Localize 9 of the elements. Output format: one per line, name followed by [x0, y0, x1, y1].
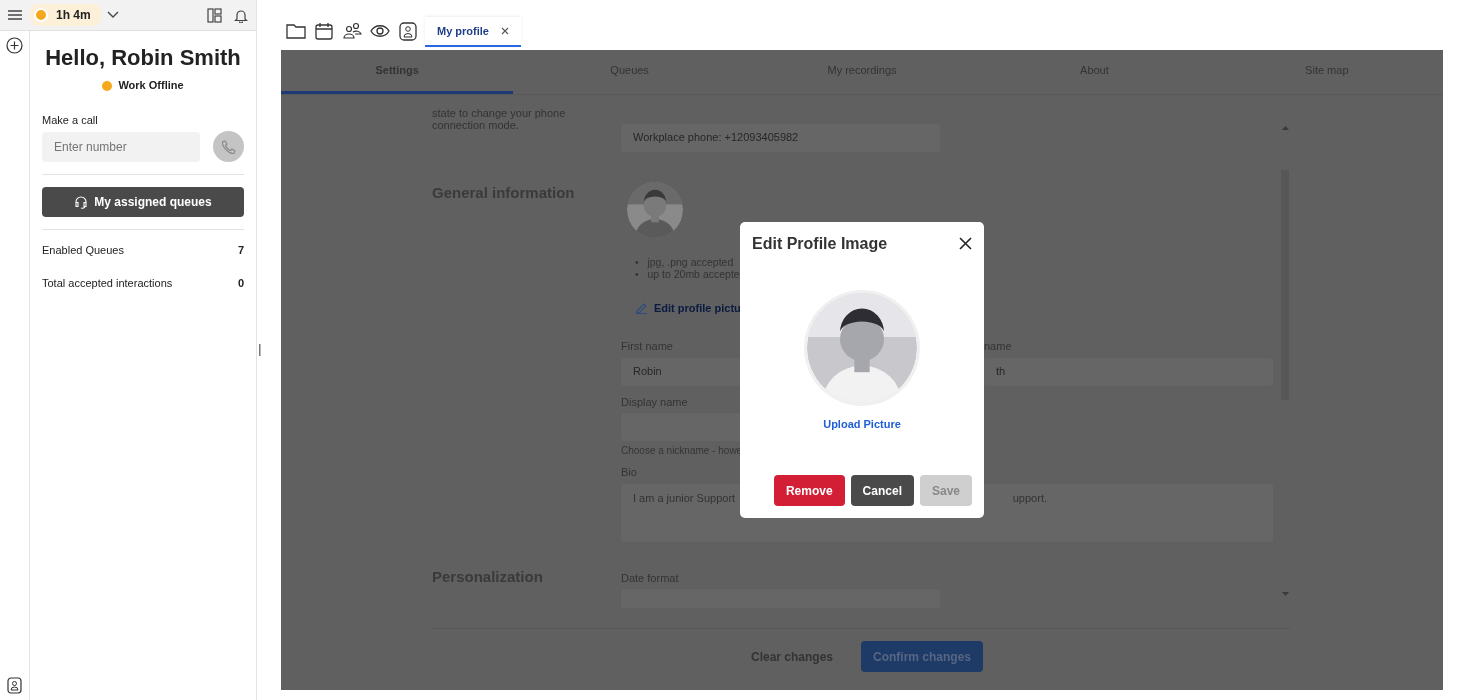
call-label: Make a call [42, 112, 99, 128]
stat-value: 7 [237, 243, 244, 259]
stat-value: 0 [237, 275, 244, 291]
modal-title: Edit Profile Image [752, 234, 888, 254]
status-text: Work Offline [118, 78, 184, 94]
stat-label: Enabled Queues [42, 243, 124, 259]
greeting-heading: Hello, Robin Smith [44, 45, 242, 72]
stat-label: Total accepted interactions [42, 275, 173, 291]
timer-text: 1h 4m [56, 7, 91, 24]
